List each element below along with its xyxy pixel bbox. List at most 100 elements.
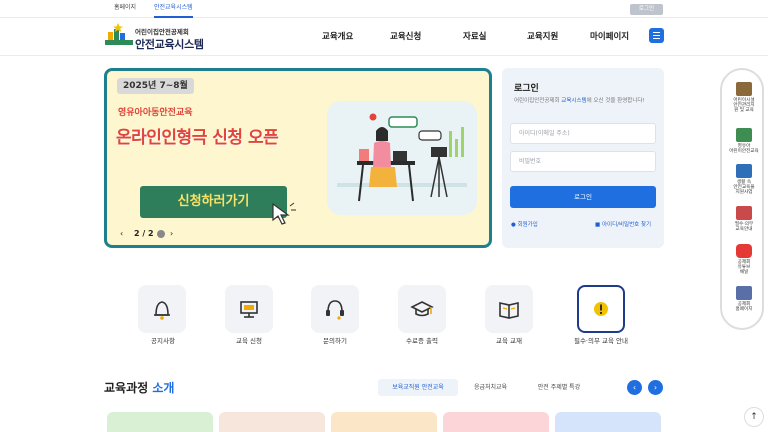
- id-input[interactable]: [510, 123, 656, 144]
- login-panel: 로그인 어린이집안전공제회 교육시스템에 오신 것을 환영합니다! 로그인 ● …: [502, 68, 664, 248]
- banner-apply-button[interactable]: 신청하러가기: [140, 186, 287, 218]
- login-button[interactable]: 로그인: [510, 186, 656, 208]
- banner-prev-button[interactable]: ‹: [120, 228, 128, 240]
- quick-certificate-button[interactable]: [398, 285, 446, 333]
- quick-mandatory-label: 필수·의무 교육 안내: [573, 337, 629, 345]
- bell-icon: [154, 301, 170, 320]
- tab-topic-lecture[interactable]: 안전 주제별 특강: [526, 379, 592, 396]
- banner-subtitle: 영유아아동안전교육: [118, 108, 193, 118]
- side-item-youtube[interactable]: 공제회 유튜브 채널: [722, 244, 766, 280]
- banner-title: 온라인인형극 신청 오픈: [116, 128, 279, 148]
- side-item-label: 공제회 홈페이지: [735, 302, 753, 313]
- nav-item-mypage[interactable]: 마이페이지: [590, 30, 629, 42]
- user-icon: ●: [511, 222, 516, 228]
- side-item-label: 영유아 어린이안전교육: [729, 144, 759, 155]
- quick-textbook-button[interactable]: [485, 285, 533, 333]
- book-icon: [499, 302, 519, 319]
- quick-notice-button[interactable]: [138, 285, 186, 333]
- login-description: 어린이집안전공제회 교육시스템에 오신 것을 환영합니다!: [514, 96, 645, 104]
- chevron-left-icon: ‹: [632, 383, 637, 392]
- youtube-icon: [736, 244, 752, 258]
- logo-subtitle: 어린이집안전공제회: [135, 28, 189, 36]
- banner-illustration: [327, 101, 477, 215]
- course-title-main: 교육과정: [104, 381, 149, 395]
- logo-title[interactable]: 안전교육시스템: [135, 36, 204, 52]
- menu-line-icon: [653, 38, 660, 40]
- chevron-right-icon: ›: [653, 383, 658, 392]
- page: 홈페이지 안전교육시스템 로그인 어린이집안전공제회 안전교육시스템 교육개요 …: [0, 0, 768, 432]
- side-item-facility-safety[interactable]: 어린이시설 안전관리지 원 및 교육: [722, 82, 766, 122]
- top-login-label: 로그인: [638, 6, 655, 12]
- course-prev-button[interactable]: ‹: [627, 380, 642, 395]
- course-card[interactable]: [443, 412, 549, 432]
- alert-icon: [594, 302, 608, 316]
- course-card[interactable]: [219, 412, 325, 432]
- pointer-cursor-icon: [272, 202, 296, 225]
- side-item-child-safety[interactable]: 영유아 어린이안전교육: [722, 128, 766, 158]
- login-desc-prefix: 어린이집안전공제회: [514, 98, 562, 104]
- lock-icon: ■: [595, 222, 601, 228]
- side-item-homepage[interactable]: 공제회 홈페이지: [722, 286, 766, 318]
- arrow-up-icon: ↑: [750, 412, 758, 422]
- scroll-to-top-button[interactable]: ↑: [744, 407, 764, 427]
- tab-education-system[interactable]: 안전교육시스템: [154, 3, 193, 18]
- menu-line-icon: [653, 32, 660, 34]
- course-card[interactable]: [331, 412, 437, 432]
- side-item-label: 공제회 유튜브 채널: [737, 260, 751, 276]
- side-item-label: 필수·의무 교육안내: [734, 222, 754, 233]
- tab-first-aid[interactable]: 응급처치교육: [463, 379, 518, 396]
- document-icon: [736, 206, 752, 220]
- course-card[interactable]: [107, 412, 213, 432]
- side-item-life-safety[interactable]: 생활 속 안전교육을 지원사업: [722, 164, 766, 200]
- side-quick-bar: 어린이시설 안전관리지 원 및 교육 영유아 어린이안전교육 생활 속 안전교육…: [720, 68, 764, 330]
- nav-item-overview[interactable]: 교육개요: [322, 30, 353, 42]
- signup-label: 회원가입: [517, 222, 538, 228]
- main-banner[interactable]: 2025년 7~8월 영유아아동안전교육 온라인인형극 신청 오픈 신청하러가기…: [104, 68, 492, 248]
- logo-icon[interactable]: [105, 23, 133, 49]
- side-item-mandatory[interactable]: 필수·의무 교육안내: [722, 206, 766, 236]
- banner-date-badge: 2025년 7~8월: [117, 78, 194, 94]
- nav-item-library[interactable]: 자료실: [463, 30, 486, 42]
- monitor-icon: [240, 301, 258, 318]
- quick-apply-button[interactable]: [225, 285, 273, 333]
- login-desc-brand: 교육시스템: [561, 98, 587, 104]
- site-header: 어린이집안전공제회 안전교육시스템 교육개요 교육신청 자료실 교육지원 마이페…: [0, 18, 768, 56]
- teacher-streaming-illustration: [337, 113, 467, 202]
- headset-icon: [326, 300, 344, 320]
- course-next-button[interactable]: ›: [648, 380, 663, 395]
- login-desc-suffix: 에 오신 것을 환영합니다!: [586, 98, 645, 104]
- building-icon: [736, 82, 752, 96]
- child-icon: [736, 128, 752, 142]
- banner-next-button[interactable]: ›: [170, 228, 178, 240]
- menu-line-icon: [653, 35, 660, 37]
- quick-notice-label: 공지사항: [151, 337, 175, 345]
- quick-mandatory-button[interactable]: [577, 285, 625, 333]
- quick-textbook-label: 교육 교재: [496, 337, 522, 345]
- banner-page-indicator: 2 / 2: [134, 229, 154, 238]
- nav-item-support[interactable]: 교육지원: [527, 30, 558, 42]
- course-title-accent: 소개: [152, 381, 175, 395]
- top-utility-bar: 홈페이지 안전교육시스템 로그인: [0, 0, 768, 18]
- tab-staff-safety[interactable]: 보육교직원 안전교육: [378, 379, 458, 396]
- password-input[interactable]: [510, 151, 656, 172]
- login-title: 로그인: [514, 84, 539, 94]
- course-card[interactable]: [555, 412, 661, 432]
- find-account-link[interactable]: ■ 아이디/비밀번호 찾기: [595, 220, 651, 228]
- people-icon: [736, 164, 752, 178]
- tab-homepage[interactable]: 홈페이지: [114, 3, 136, 18]
- quick-inquiry-label: 문의하기: [323, 337, 347, 345]
- banner-pause-button[interactable]: [157, 230, 165, 238]
- side-item-label: 생활 속 안전교육을 지원사업: [733, 180, 755, 196]
- signup-link[interactable]: ● 회원가입: [511, 220, 538, 228]
- quick-inquiry-button[interactable]: [311, 285, 359, 333]
- quick-certificate-label: 수료증 출력: [406, 337, 438, 345]
- find-account-label: 아이디/비밀번호 찾기: [601, 222, 652, 228]
- side-item-label: 어린이시설 안전관리지 원 및 교육: [733, 98, 755, 114]
- graduation-cap-icon: [410, 301, 434, 317]
- quick-apply-label: 교육 신청: [236, 337, 262, 345]
- office-building-icon: [736, 286, 752, 300]
- hamburger-menu-button[interactable]: [649, 28, 664, 43]
- course-section-title: 교육과정 소개: [104, 379, 174, 396]
- nav-item-apply[interactable]: 교육신청: [390, 30, 421, 42]
- top-login-button[interactable]: 로그인: [630, 4, 663, 15]
